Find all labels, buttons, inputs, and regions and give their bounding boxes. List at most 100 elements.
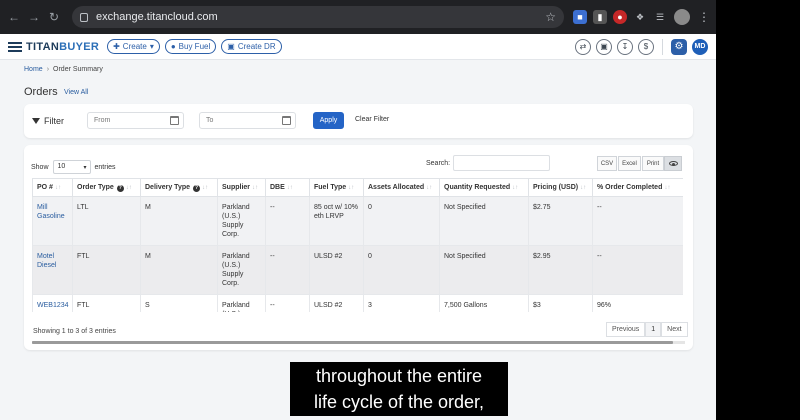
cell-quantity: 7,500 Gallons <box>439 294 529 312</box>
filter-funnel-icon <box>32 118 40 124</box>
back-icon[interactable]: ← <box>6 10 22 24</box>
cell-completed: -- <box>592 196 683 246</box>
column-header-delivery-type[interactable]: Delivery Type ? ↓↑ <box>140 178 218 197</box>
calendar-icon[interactable] <box>170 116 179 125</box>
table-row[interactable]: Motel Diesel FTL M Parkland (U.S.) Suppl… <box>32 245 683 295</box>
help-icon[interactable]: ? <box>192 184 200 192</box>
lock-icon <box>80 12 88 22</box>
excel-button[interactable]: Excel <box>618 156 641 171</box>
eye-icon <box>668 161 678 166</box>
sort-icon: ↓↑ <box>664 185 671 191</box>
calendar-icon[interactable] <box>282 116 291 125</box>
truck-icon[interactable]: ▣ <box>596 38 612 55</box>
column-header-pricing[interactable]: Pricing (USD) ↓↑ <box>528 178 593 197</box>
table-header-row: PO # ↓↑ Order Type ? ↓↑ Delivery Type ? ↓↑ … <box>32 178 683 197</box>
create-dr-button[interactable]: ▣ Create DR <box>221 39 282 54</box>
cell-assets: 0 <box>363 245 440 295</box>
hamburger-menu-icon[interactable] <box>8 41 22 52</box>
breadcrumb-current: Order Summary <box>53 66 103 73</box>
column-header-assets-allocated[interactable]: Assets Allocated ↓↑ <box>363 178 440 197</box>
cell-quantity: Not Specified <box>439 245 529 295</box>
table-row[interactable]: Mill Gasoline LTL M Parkland (U.S.) Supp… <box>32 196 683 246</box>
cell-dbe: -- <box>265 294 310 312</box>
page-title: Orders <box>24 86 58 98</box>
profile-avatar[interactable] <box>674 9 690 25</box>
orders-table: PO # ↓↑ Order Type ? ↓↑ Delivery Type ? ↓↑ … <box>32 178 683 312</box>
column-header-order-type[interactable]: Order Type ? ↓↑ <box>72 178 141 197</box>
print-button[interactable]: Print <box>642 156 664 171</box>
extensions-puzzle-icon[interactable]: ❖ <box>633 10 647 24</box>
cell-completed: 96% <box>592 294 683 312</box>
extension-icon[interactable]: ■ <box>573 10 587 24</box>
sort-icon: ↓↑ <box>125 184 132 191</box>
cell-pricing: $2.75 <box>528 196 593 246</box>
help-icon[interactable]: ? <box>116 184 124 192</box>
po-link[interactable]: WEB1234 <box>32 294 73 312</box>
forward-icon[interactable]: → <box>26 10 42 24</box>
app-header: TITANBUYER ✚ Create ▾ ● Buy Fuel ▣ Creat… <box>0 34 716 60</box>
cell-supplier: Parkland (U.S.) Supply Corp. <box>217 245 266 295</box>
previous-button[interactable]: Previous <box>606 322 646 337</box>
user-avatar[interactable]: MD <box>692 38 708 55</box>
reload-icon[interactable]: ↻ <box>46 10 62 24</box>
pagination: Previous 1 Next <box>606 322 688 337</box>
column-header-dbe[interactable]: DBE ↓↑ <box>265 178 310 197</box>
logo[interactable]: TITANBUYER <box>26 41 99 53</box>
cell-order-type: FTL <box>72 245 141 295</box>
dollar-icon[interactable]: $ <box>638 38 654 55</box>
buy-fuel-button[interactable]: ● Buy Fuel <box>164 39 217 54</box>
scrollbar-thumb[interactable] <box>32 341 673 344</box>
page-length-control: Show 10 ▾ entries <box>31 160 116 174</box>
extension-icon[interactable]: ▮ <box>593 10 607 24</box>
sort-icon: ↓↑ <box>54 185 61 191</box>
cell-order-type: LTL <box>72 196 141 246</box>
apply-button[interactable]: Apply <box>313 112 344 129</box>
letterbox-bar <box>716 0 800 420</box>
cell-dbe: -- <box>265 245 310 295</box>
cell-supplier: Parkland (U.S.) Supply Corp. <box>217 294 266 312</box>
create-button[interactable]: ✚ Create ▾ <box>107 39 160 54</box>
search-input[interactable] <box>453 155 550 171</box>
cell-delivery-type: M <box>140 245 218 295</box>
column-header-order-completed[interactable]: % Order Completed ↓↑ <box>592 178 683 197</box>
column-header-po[interactable]: PO # ↓↑ <box>32 178 73 197</box>
cell-fuel-type: 85 oct w/ 10% eth LRVP <box>309 196 364 246</box>
transfer-icon[interactable]: ⇄ <box>575 38 591 55</box>
address-bar[interactable]: exchange.titancloud.com ☆ <box>72 6 564 28</box>
cell-pricing: $2.95 <box>528 245 593 295</box>
page-button[interactable]: 1 <box>645 322 662 337</box>
browser-menu-icon[interactable]: ⋮ <box>698 10 710 24</box>
table-row[interactable]: WEB1234 FTL S Parkland (U.S.) Supply Cor… <box>32 294 683 312</box>
chevron-right-icon: › <box>46 66 50 73</box>
clear-filter-button[interactable]: Clear Filter <box>355 116 389 123</box>
download-icon[interactable]: ↧ <box>617 38 633 55</box>
breadcrumb-home[interactable]: Home <box>24 66 43 73</box>
bookmark-star-icon[interactable]: ☆ <box>545 10 556 24</box>
from-date-input[interactable]: From <box>87 112 184 129</box>
column-header-supplier[interactable]: Supplier ↓↑ <box>217 178 266 197</box>
caption-line: throughout the entire <box>315 366 483 386</box>
horizontal-scrollbar[interactable] <box>32 341 685 344</box>
column-header-fuel-type[interactable]: Fuel Type ↓↑ <box>309 178 364 197</box>
column-header-quantity-requested[interactable]: Quantity Requested ↓↑ <box>439 178 529 197</box>
sort-icon: ↓↑ <box>252 185 259 191</box>
next-button[interactable]: Next <box>661 322 688 337</box>
chevron-down-icon: ▾ <box>149 42 154 51</box>
csv-button[interactable]: CSV <box>597 156 617 171</box>
filter-panel: Filter From To Apply Clear Filter <box>24 104 693 138</box>
gear-icon[interactable]: ⚙ <box>671 38 687 55</box>
column-visibility-button[interactable] <box>664 156 682 171</box>
entries-select[interactable]: 10 ▾ <box>52 160 91 174</box>
to-date-input[interactable]: To <box>199 112 296 129</box>
po-link[interactable]: Motel Diesel <box>32 245 73 295</box>
cell-assets: 0 <box>363 196 440 246</box>
breadcrumb: Home › Order Summary <box>24 66 103 73</box>
media-icon[interactable]: ☰ <box>653 10 667 24</box>
cell-completed: -- <box>592 245 683 295</box>
view-all-link[interactable]: View All <box>64 89 88 96</box>
plus-icon: ✚ <box>113 42 120 51</box>
extension-icon[interactable]: ● <box>613 10 627 24</box>
po-link[interactable]: Mill Gasoline <box>32 196 73 246</box>
cell-dbe: -- <box>265 196 310 246</box>
video-caption: throughout the entire life cycle of the … <box>290 362 508 416</box>
